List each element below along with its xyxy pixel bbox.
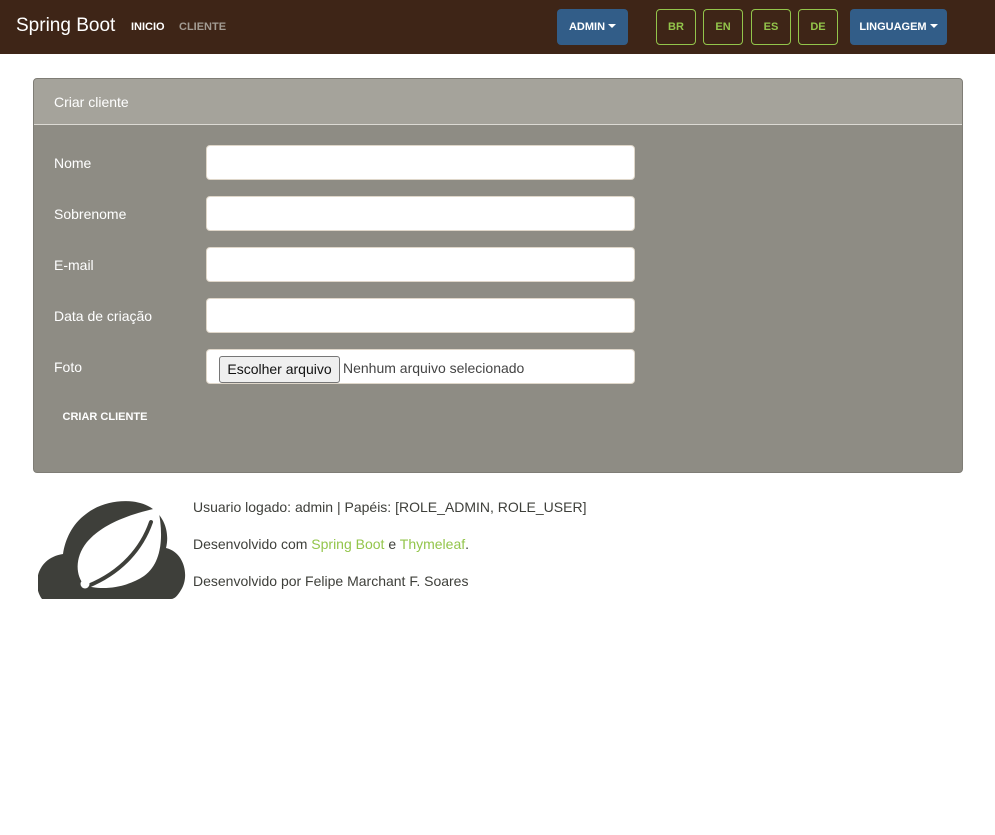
developed-with-mid: e — [384, 536, 400, 552]
navbar: Spring Boot INICIO CLIENTE ADMIN BR EN E… — [0, 0, 995, 54]
language-dropdown-button[interactable]: LINGUAGEM — [850, 9, 947, 45]
nome-input[interactable] — [206, 145, 635, 180]
lang-button-en[interactable]: EN — [703, 9, 743, 45]
foto-file-input: Escolher arquivo Nenhum arquivo selecion… — [206, 349, 635, 384]
admin-dropdown-label: ADMIN — [568, 21, 606, 33]
file-status-text: Nenhum arquivo selecionado — [343, 360, 525, 376]
label-data-criacao: Data de criação — [54, 308, 153, 324]
choose-file-button[interactable]: Escolher arquivo — [219, 356, 340, 383]
lang-button-es[interactable]: ES — [751, 9, 791, 45]
caret-down-icon — [929, 24, 938, 28]
sobrenome-input[interactable] — [206, 196, 635, 231]
card-title: Criar cliente — [54, 94, 129, 110]
admin-dropdown-button[interactable]: ADMIN — [557, 9, 628, 45]
developed-with-line: Desenvolvido com Spring Boot e Thymeleaf… — [193, 536, 469, 552]
create-client-card: Criar cliente Nome Sobrenome E-mail Data… — [33, 78, 963, 473]
label-sobrenome: Sobrenome — [54, 206, 127, 222]
caret-down-icon — [608, 24, 617, 28]
label-email: E-mail — [54, 257, 94, 273]
thymeleaf-link[interactable]: Thymeleaf — [400, 536, 465, 552]
label-nome: Nome — [54, 155, 92, 171]
logged-user-line: Usuario logado: admin | Papéis: [ROLE_AD… — [193, 499, 587, 515]
developed-with-prefix: Desenvolvido com — [193, 536, 312, 552]
language-dropdown-label: LINGUAGEM — [859, 21, 927, 33]
email-input[interactable] — [206, 247, 635, 282]
data-criacao-input[interactable] — [206, 298, 635, 333]
spring-boot-link[interactable]: Spring Boot — [311, 536, 384, 552]
label-foto: Foto — [54, 359, 83, 375]
brand-link[interactable]: Spring Boot — [16, 14, 115, 38]
lang-button-br[interactable]: BR — [656, 9, 696, 45]
author-line: Desenvolvido por Felipe Marchant F. Soar… — [193, 573, 469, 589]
nav-link-inicio[interactable]: INICIO — [131, 20, 165, 34]
create-client-button[interactable]: CRIAR CLIENTE — [54, 404, 156, 430]
spring-leaf-cloud-logo — [38, 501, 185, 599]
lang-button-de[interactable]: DE — [798, 9, 838, 45]
developed-with-suffix: . — [465, 536, 470, 552]
nav-link-cliente[interactable]: CLIENTE — [179, 20, 226, 34]
card-header: Criar cliente — [34, 79, 962, 125]
